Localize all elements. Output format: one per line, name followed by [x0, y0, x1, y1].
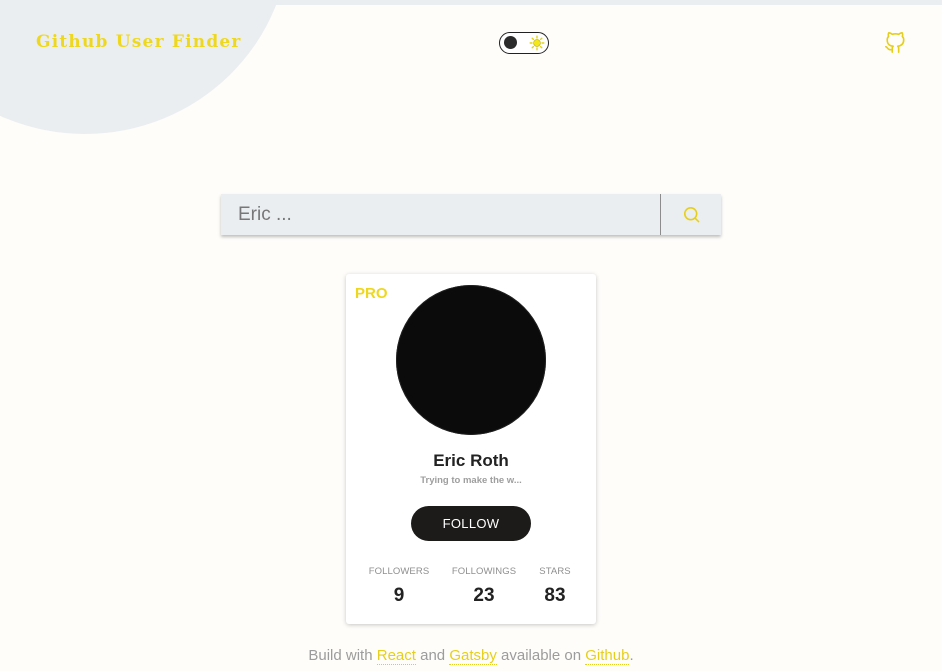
- followers-count: 9: [393, 585, 405, 606]
- app-title: Github User Finder: [36, 32, 242, 52]
- user-bio: Trying to make the w...: [420, 475, 522, 486]
- followers-label: FOLLOWERS: [368, 566, 430, 577]
- user-name[interactable]: Eric Roth: [346, 451, 596, 471]
- follow-button[interactable]: FOLLOW: [411, 506, 531, 541]
- followers-stat: FOLLOWERS 9: [366, 566, 432, 607]
- sun-icon: [529, 35, 545, 51]
- footer-and: and: [415, 647, 450, 664]
- toggle-knob: [504, 36, 517, 49]
- followings-stat: FOLLOWINGS 23: [449, 566, 519, 607]
- search-icon: [683, 206, 699, 223]
- gatsby-link[interactable]: Gatsby: [449, 647, 497, 665]
- avatar[interactable]: [396, 285, 546, 435]
- github-link[interactable]: Github: [585, 647, 630, 665]
- footer: Build with React and Gatsby available on…: [0, 647, 942, 665]
- stars-stat: STARS 83: [535, 566, 575, 607]
- footer-available: available on: [496, 647, 586, 664]
- page: Github User Finder Eric ... PRO Eric Rot…: [0, 0, 942, 671]
- github-icon[interactable]: [884, 31, 906, 55]
- react-link[interactable]: React: [376, 647, 416, 665]
- followings-label: FOLLOWINGS: [451, 566, 517, 577]
- pro-badge: PRO: [355, 285, 388, 302]
- user-card: PRO Eric Roth Trying to make the w... FO…: [346, 274, 596, 624]
- top-strip: [0, 0, 942, 5]
- corner-decoration: [0, 0, 290, 134]
- search-bar: [221, 194, 721, 235]
- footer-prefix: Build with: [308, 647, 377, 664]
- followings-count: 23: [473, 585, 495, 606]
- footer-suffix: .: [629, 647, 634, 664]
- theme-toggle[interactable]: [499, 32, 549, 54]
- search-input[interactable]: [221, 194, 660, 235]
- search-button[interactable]: [661, 194, 721, 235]
- stars-count: 83: [544, 585, 566, 606]
- stars-label: STARS: [539, 566, 571, 577]
